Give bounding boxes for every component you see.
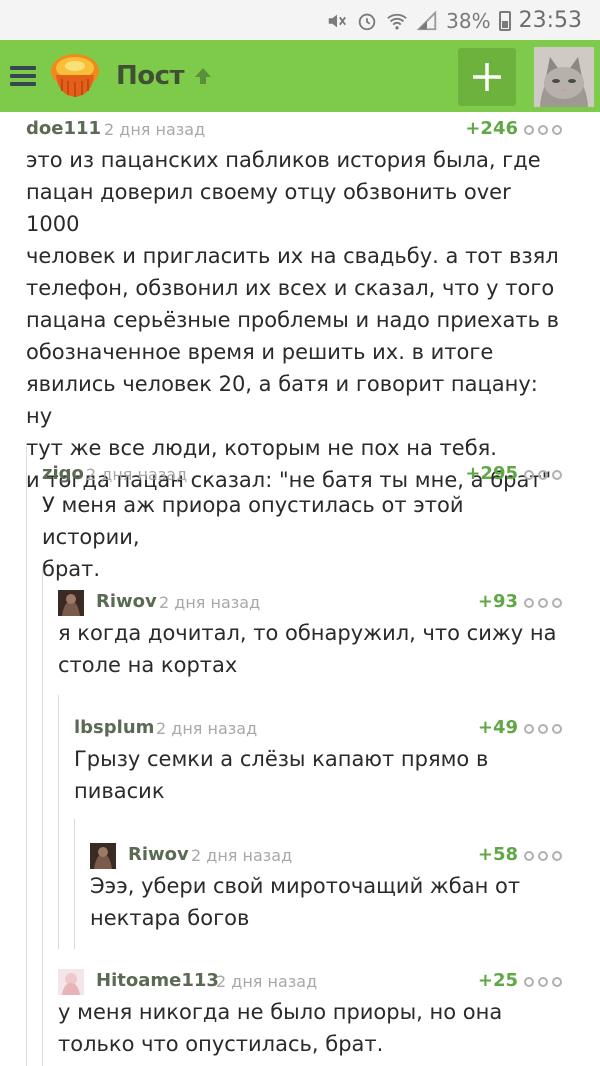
comment-author[interactable]: Hitoame113 — [96, 970, 219, 991]
comment-date: 2 дня назад — [86, 465, 188, 484]
comment-date: 2 дня назад — [191, 846, 293, 865]
more-options-icon[interactable] — [524, 125, 562, 135]
comment-rating: +246 — [465, 118, 518, 139]
comment-rating: +25 — [477, 970, 518, 991]
comment-rating: +58 — [477, 844, 518, 865]
comment-date: 2 дня назад — [156, 719, 258, 738]
comment-text: у меня никогда не было приоры, но она то… — [58, 1000, 503, 1056]
comment-rating: +93 — [477, 591, 518, 612]
wifi-icon — [387, 13, 407, 30]
mute-icon — [328, 14, 347, 27]
commenter-avatar — [58, 969, 84, 995]
add-post-button[interactable] — [458, 48, 516, 106]
pikabu-logo[interactable] — [48, 49, 102, 103]
comment-text: У меня аж приора опустилась от этой исто… — [42, 493, 464, 581]
scroll-up-arrow-icon[interactable] — [192, 65, 214, 87]
more-options-icon[interactable] — [524, 851, 562, 861]
comment: doe111 2 дня назад +246 это из пацанских… — [26, 114, 562, 496]
comment-author[interactable]: doe111 — [26, 118, 101, 139]
more-options-icon[interactable] — [524, 724, 562, 734]
comment-rating: +295 — [465, 463, 518, 484]
comment: Hitoame113 2 дня назад +25 у меня никогд… — [58, 966, 562, 1060]
clock: 23:53 — [518, 8, 582, 33]
app-bar: Пост — [0, 40, 600, 112]
status-bar: 38% 23:53 — [0, 0, 600, 40]
comment-text: я когда дочитал, то обнаружил, что сижу … — [58, 621, 557, 677]
thread-line — [74, 819, 75, 949]
page-title: Пост — [116, 61, 185, 91]
thread-line — [58, 695, 59, 949]
commenter-avatar — [58, 590, 84, 616]
plus-icon — [473, 63, 501, 91]
battery-percent: 38% — [446, 8, 491, 33]
hamburger-menu-icon[interactable] — [10, 66, 36, 86]
comment-date: 2 дня назад — [104, 120, 206, 139]
thread-line — [42, 567, 43, 1066]
comment: lbsplum 2 дня назад +49 Грызу семки а сл… — [74, 713, 562, 807]
comment-date: 2 дня назад — [216, 972, 318, 991]
signal-icon — [416, 10, 437, 30]
comment: Riwov 2 дня назад +58 Эээ, убери свой ми… — [90, 840, 562, 934]
comment-text: Эээ, убери свой мироточащий жбан от нект… — [90, 874, 521, 930]
comment-author[interactable]: Riwov — [96, 591, 157, 612]
more-options-icon[interactable] — [524, 470, 562, 480]
comment: zigo 2 дня назад +295 У меня аж приора о… — [42, 459, 562, 585]
comment-author[interactable]: Riwov — [128, 844, 189, 865]
comment-author[interactable]: lbsplum — [74, 717, 154, 738]
comment-date: 2 дня назад — [159, 593, 261, 612]
alarm-icon — [358, 13, 376, 30]
comment-text: Грызу семки а слёзы капают прямо в пивас… — [74, 747, 489, 803]
thread-line — [26, 446, 27, 1066]
commenter-avatar — [90, 843, 116, 869]
user-avatar[interactable] — [534, 47, 594, 107]
comment-text: это из пацанских пабликов история была, … — [26, 148, 560, 492]
more-options-icon[interactable] — [524, 598, 562, 608]
comment-author[interactable]: zigo — [42, 463, 84, 484]
comment-rating: +49 — [477, 717, 518, 738]
more-options-icon[interactable] — [524, 977, 562, 987]
battery-icon — [498, 10, 511, 31]
comment: Riwov 2 дня назад +93 я когда дочитал, т… — [58, 587, 562, 681]
